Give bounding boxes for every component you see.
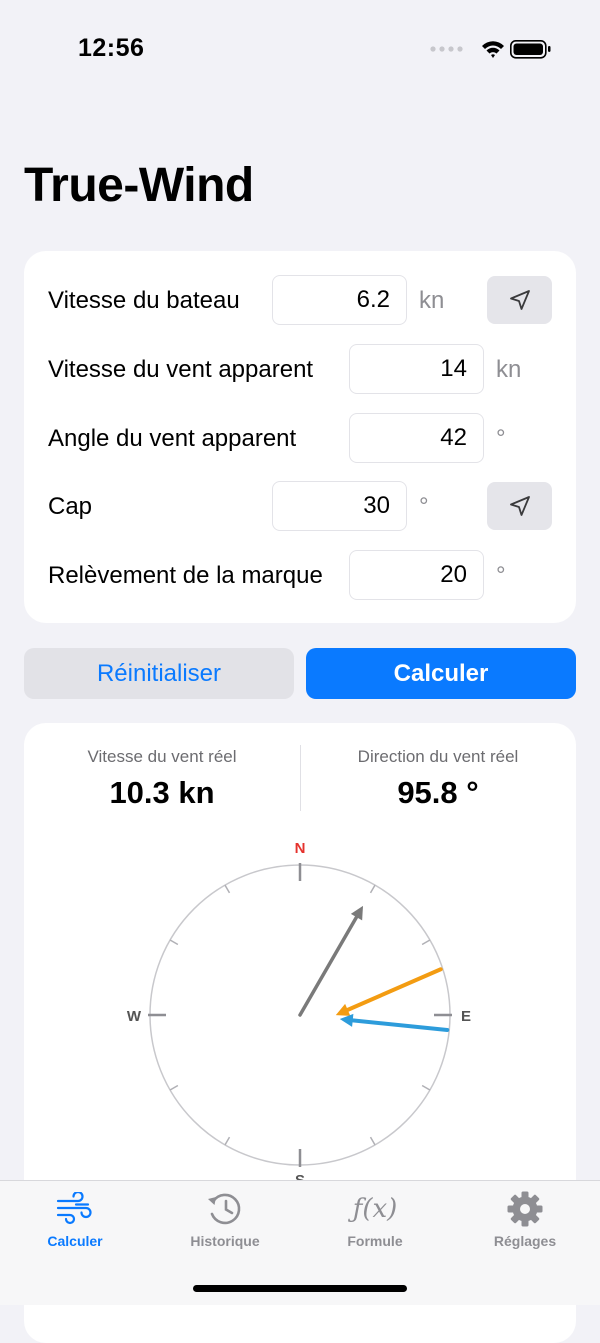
boat-speed-location-button[interactable] (487, 276, 552, 324)
compass-tick (369, 1136, 376, 1146)
compass-tick (369, 884, 376, 894)
compass-north-label: N (295, 840, 306, 857)
home-indicator[interactable] (193, 1285, 407, 1292)
tab-historique[interactable]: Historique (150, 1189, 300, 1259)
mark-bearing-input[interactable] (349, 550, 484, 600)
tab-reglages[interactable]: Réglages (450, 1189, 600, 1259)
apparent-wind-speed-label: Vitesse du vent apparent (48, 356, 314, 383)
wind-compass: N E W S (127, 840, 471, 1189)
status-time: 12:56 (78, 34, 145, 62)
tab-formule[interactable]: ƒ(x) Formule (300, 1189, 450, 1259)
calculate-button[interactable]: Calculer (306, 648, 576, 699)
signal-icon (430, 46, 463, 52)
boat-speed-input[interactable] (272, 275, 407, 325)
boat-speed-unit: kn (419, 287, 445, 314)
form-row-apparent-wind-speed: Vitesse du vent apparent kn (24, 344, 576, 396)
true-wind-speed-result: Vitesse du vent réel 10.3 kn (24, 747, 300, 811)
tab-historique-label: Historique (190, 1233, 260, 1249)
compass-tick (224, 884, 231, 894)
form-row-mark-bearing: Relèvement de la marque ° (24, 550, 576, 602)
svg-text:ƒ(x): ƒ(x) (348, 1194, 398, 1224)
compass-tick (224, 1136, 231, 1146)
true-wind-speed-label: Vitesse du vent réel (87, 747, 237, 766)
wind-icon (56, 1192, 92, 1225)
true-wind-arrow (339, 1013, 450, 1032)
tab-formule-label: Formule (347, 1233, 403, 1249)
location-arrow-icon (509, 496, 530, 516)
compass-tick (421, 1084, 431, 1091)
apparent-wind-angle-unit: ° (496, 425, 506, 452)
apparent-wind-angle-label: Angle du vent apparent (48, 425, 297, 452)
reset-button[interactable]: Réinitialiser (24, 648, 294, 699)
apparent-wind-speed-unit: kn (496, 356, 522, 383)
apparent-wind-speed-input[interactable] (349, 344, 484, 394)
heading-label: Cap (48, 493, 93, 520)
compass-tick (169, 1084, 179, 1091)
heading-arrow (298, 905, 363, 1017)
tab-calculer-label: Calculer (47, 1233, 103, 1249)
page-title: True-Wind (24, 159, 254, 212)
function-icon: ƒ(x) (348, 1194, 398, 1224)
heading-input[interactable] (272, 481, 407, 531)
compass-east-label: E (461, 1008, 471, 1025)
compass-arrows (298, 905, 450, 1032)
form-row-heading: Cap ° (24, 481, 576, 533)
heading-unit: ° (419, 493, 429, 520)
true-wind-direction-result: Direction du vent réel 95.8 ° (300, 747, 576, 811)
compass-tick (169, 939, 179, 946)
history-icon (208, 1193, 241, 1225)
compass-west-label: W (127, 1008, 142, 1025)
compass-tick (421, 939, 431, 946)
true-wind-direction-label: Direction du vent réel (357, 747, 519, 766)
mark-bearing-unit: ° (496, 562, 506, 589)
form-row-apparent-wind-angle: Angle du vent apparent ° (24, 413, 576, 465)
tab-calculer[interactable]: Calculer (0, 1189, 150, 1259)
status-icons (430, 40, 551, 59)
true-wind-speed-value: 10.3 kn (109, 775, 215, 810)
apparent-wind-arrow (335, 967, 443, 1016)
form-row-boat-speed: Vitesse du bateau kn (24, 275, 576, 327)
boat-speed-label: Vitesse du bateau (48, 287, 240, 314)
status-bar: 12:56 (0, 0, 600, 100)
wifi-icon (482, 41, 504, 58)
input-form-card: Vitesse du bateau kn Vitesse du vent app… (24, 251, 576, 623)
tab-reglages-label: Réglages (493, 1233, 557, 1249)
location-arrow-icon (509, 290, 530, 310)
true-wind-direction-value: 95.8 ° (397, 775, 479, 810)
gear-icon (507, 1191, 543, 1227)
apparent-wind-angle-input[interactable] (349, 413, 484, 463)
battery-icon (510, 40, 551, 59)
mark-bearing-label: Relèvement de la marque (48, 562, 323, 589)
heading-location-button[interactable] (487, 482, 552, 530)
